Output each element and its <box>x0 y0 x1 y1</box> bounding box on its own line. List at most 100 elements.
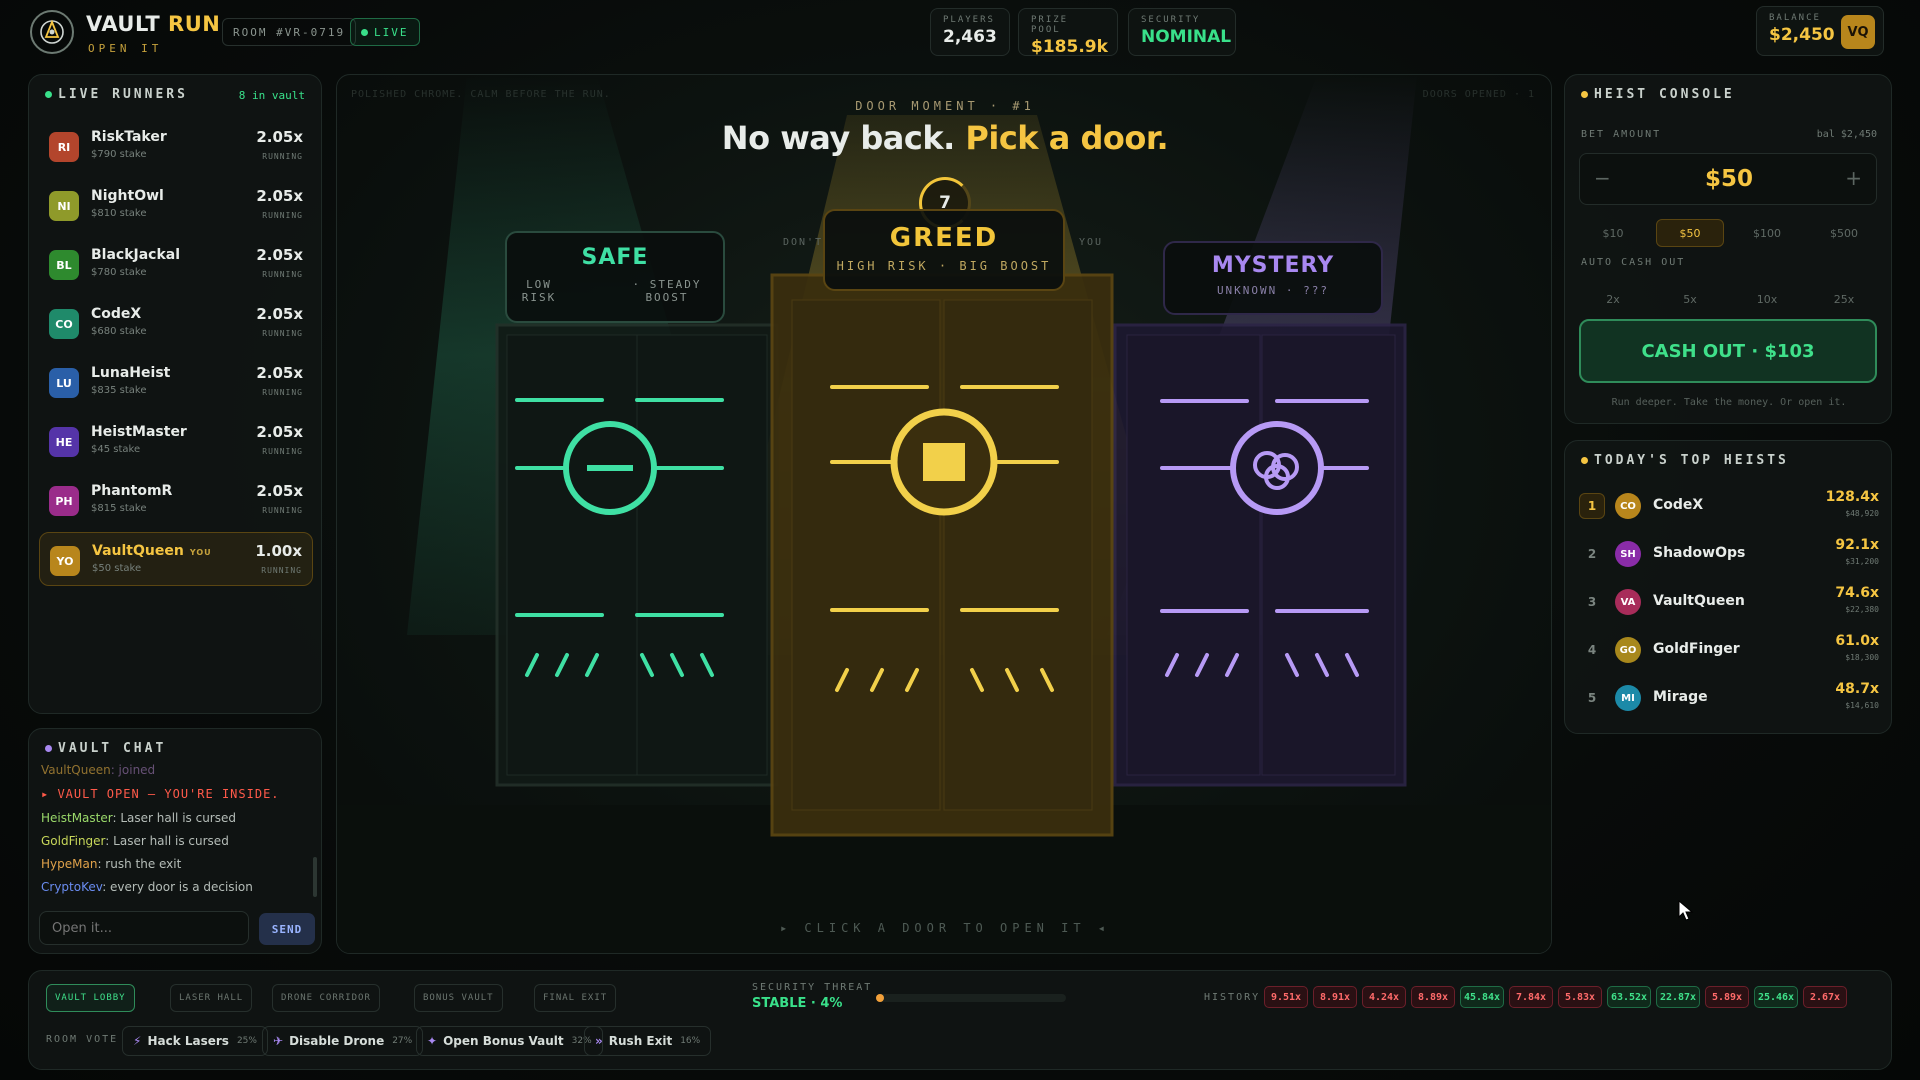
live-badge: LIVE <box>350 18 420 46</box>
vote-option[interactable]: » Rush Exit 16% <box>584 1026 712 1056</box>
heist-avatar: MI <box>1615 685 1641 711</box>
runner-row[interactable]: HE HeistMaster $45 stake 2.05x RUNNING <box>39 414 313 468</box>
runner-avatar: RI <box>49 132 79 162</box>
send-button[interactable]: SEND <box>259 913 315 945</box>
top-heist-row[interactable]: 4 GO GoldFinger 61.0x $18,300 <box>1579 627 1879 671</box>
auto-cashout-chip[interactable]: 25x <box>1810 285 1878 313</box>
console-dot-icon <box>1581 91 1588 98</box>
live-dot-icon <box>45 91 52 98</box>
heist-rank: 1 <box>1579 493 1605 519</box>
auto-cashout-chip[interactable]: 5x <box>1656 285 1724 313</box>
runner-row[interactable]: NI NightOwl $810 stake 2.05x RUNNING <box>39 178 313 232</box>
bet-chip[interactable]: $100 <box>1733 219 1801 247</box>
runner-name: NightOwl <box>91 188 164 204</box>
bet-chip[interactable]: $10 <box>1579 219 1647 247</box>
heist-name: GoldFinger <box>1653 641 1740 657</box>
top-heist-row[interactable]: 2 SH ShadowOps 92.1x $31,200 <box>1579 531 1879 575</box>
safe-door[interactable] <box>495 323 779 787</box>
user-avatar[interactable]: VQ <box>1841 15 1875 49</box>
top-heists-title: TODAY'S TOP HEISTS <box>1581 453 1789 468</box>
route-stage[interactable]: LASER HALL <box>170 984 253 1012</box>
route-stage[interactable]: VAULT LOBBY <box>46 984 135 1012</box>
chat-scrollbar[interactable] <box>313 857 317 897</box>
route-stage[interactable]: DRONE CORRIDOR <box>272 984 380 1012</box>
bet-amount-value[interactable]: $50 <box>1580 166 1878 192</box>
top-heist-row[interactable]: 3 VA VaultQueen 74.6x $22,380 <box>1579 579 1879 623</box>
heist-name: ShadowOps <box>1653 545 1746 561</box>
heist-name: VaultQueen <box>1653 593 1745 609</box>
runner-status: RUNNING <box>262 211 303 220</box>
balance-box: BALANCE $2,450 VQ <box>1756 6 1884 56</box>
bet-chip[interactable]: $50 <box>1656 219 1724 247</box>
safe-door-label[interactable]: SAFE LOW RISK · STEADY BOOST <box>505 231 725 323</box>
bet-increase-button[interactable]: + <box>1845 166 1862 190</box>
live-runners-panel: LIVE RUNNERS 8 in vault RI RiskTaker $790 … <box>28 74 322 714</box>
runner-row[interactable]: YO VaultQueen YOU $50 stake 1.00x RUNNING <box>39 532 313 586</box>
security-threat-value: STABLE · 4% <box>752 996 843 1011</box>
vote-percent: 27% <box>392 1036 413 1046</box>
history-label: HISTORY <box>1204 992 1261 1003</box>
chat-input[interactable] <box>39 911 249 945</box>
cash-out-button[interactable]: CASH OUT · $103 <box>1579 319 1877 383</box>
bet-stepper: − $50 + <box>1579 153 1877 205</box>
runner-status: RUNNING <box>262 506 303 515</box>
live-runners-title: LIVE RUNNERS <box>45 87 188 102</box>
chat-message: HeistMaster: Laser hall is cursed <box>41 811 236 825</box>
heist-name: Mirage <box>1653 689 1708 705</box>
runner-stake: $815 stake <box>91 503 147 514</box>
vote-option[interactable]: ⚡ Hack Lasers 25% <box>122 1026 268 1056</box>
vault-logo-icon <box>30 10 74 54</box>
runner-name: PhantomR <box>91 483 173 499</box>
mystery-door[interactable] <box>1113 323 1407 787</box>
you-badge: YOU <box>189 548 212 557</box>
heist-avatar: GO <box>1615 637 1641 663</box>
bet-chip[interactable]: $500 <box>1810 219 1878 247</box>
history-chip: 45.84x <box>1460 986 1504 1008</box>
route-stage[interactable]: FINAL EXIT <box>534 984 617 1012</box>
runner-name: CodeX <box>91 306 142 322</box>
runner-status: RUNNING <box>262 447 303 456</box>
runner-multiplier: 2.05x <box>256 423 303 441</box>
game-screen: VAULT RUN OPEN IT ROOM #VR-0719 LIVE PLA… <box>0 0 1920 1080</box>
chat-message: HypeMan: rush the exit <box>41 857 182 871</box>
prize-pool-stat: PRIZE POOL $185.9k <box>1018 8 1118 57</box>
history-chip: 25.46x <box>1754 986 1798 1008</box>
auto-cashout-chip[interactable]: 10x <box>1733 285 1801 313</box>
top-heist-row[interactable]: 1 CO CodeX 128.4x $48,920 <box>1579 483 1879 527</box>
runner-row[interactable]: CO CodeX $680 stake 2.05x RUNNING <box>39 296 313 350</box>
history-chip: 4.24x <box>1362 986 1406 1008</box>
history-chip: 22.87x <box>1656 986 1700 1008</box>
runner-row[interactable]: PH PhantomR $815 stake 2.05x RUNNING <box>39 473 313 527</box>
top-heist-row[interactable]: 5 MI Mirage 48.7x $14,610 <box>1579 675 1879 719</box>
auto-cash-out-label: AUTO CASH OUT <box>1581 257 1686 268</box>
runner-avatar: HE <box>49 427 79 457</box>
greed-door-label[interactable]: GREED HIGH RISK · BIG BOOST <box>823 209 1065 291</box>
vote-option[interactable]: ✈ Disable Drone 27% <box>262 1026 424 1056</box>
auto-cashout-chip[interactable]: 2x <box>1579 285 1647 313</box>
history-chip: 8.89x <box>1411 986 1455 1008</box>
vote-icon: ✦ <box>427 1034 438 1048</box>
heist-multiplier: 92.1x <box>1835 537 1879 553</box>
mystery-door-label[interactable]: MYSTERY UNKNOWN · ??? <box>1163 241 1383 315</box>
heist-rank: 5 <box>1587 691 1597 705</box>
brand-name: VAULT RUN <box>86 12 221 36</box>
heist-multiplier: 128.4x <box>1825 489 1879 505</box>
runner-row[interactable]: RI RiskTaker $790 stake 2.05x RUNNING <box>39 119 313 173</box>
runner-row[interactable]: LU LunaHeist $835 stake 2.05x RUNNING <box>39 355 313 409</box>
runner-status: RUNNING <box>262 270 303 279</box>
route-stage[interactable]: BONUS VAULT <box>414 984 503 1012</box>
threat-meter <box>876 994 1066 1002</box>
runner-name: LunaHeist <box>91 365 171 381</box>
greed-door[interactable] <box>770 273 1114 837</box>
runner-avatar: BL <box>49 250 79 280</box>
runner-row[interactable]: BL BlackJackal $780 stake 2.05x RUNNING <box>39 237 313 291</box>
runner-stake: $790 stake <box>91 149 147 160</box>
live-dot-icon <box>361 28 368 36</box>
top-heists-panel: TODAY'S TOP HEISTS 1 CO CodeX 128.4x $48,920… <box>1564 440 1892 734</box>
history-chip: 63.52x <box>1607 986 1651 1008</box>
security-threat-label: SECURITY THREAT <box>752 982 873 993</box>
runner-multiplier: 2.05x <box>256 128 303 146</box>
vote-option[interactable]: ✦ Open Bonus Vault 32% <box>416 1026 603 1056</box>
mouse-cursor-icon <box>1678 900 1694 921</box>
chat-message-partial: VaultQueen: joined <box>41 763 156 777</box>
